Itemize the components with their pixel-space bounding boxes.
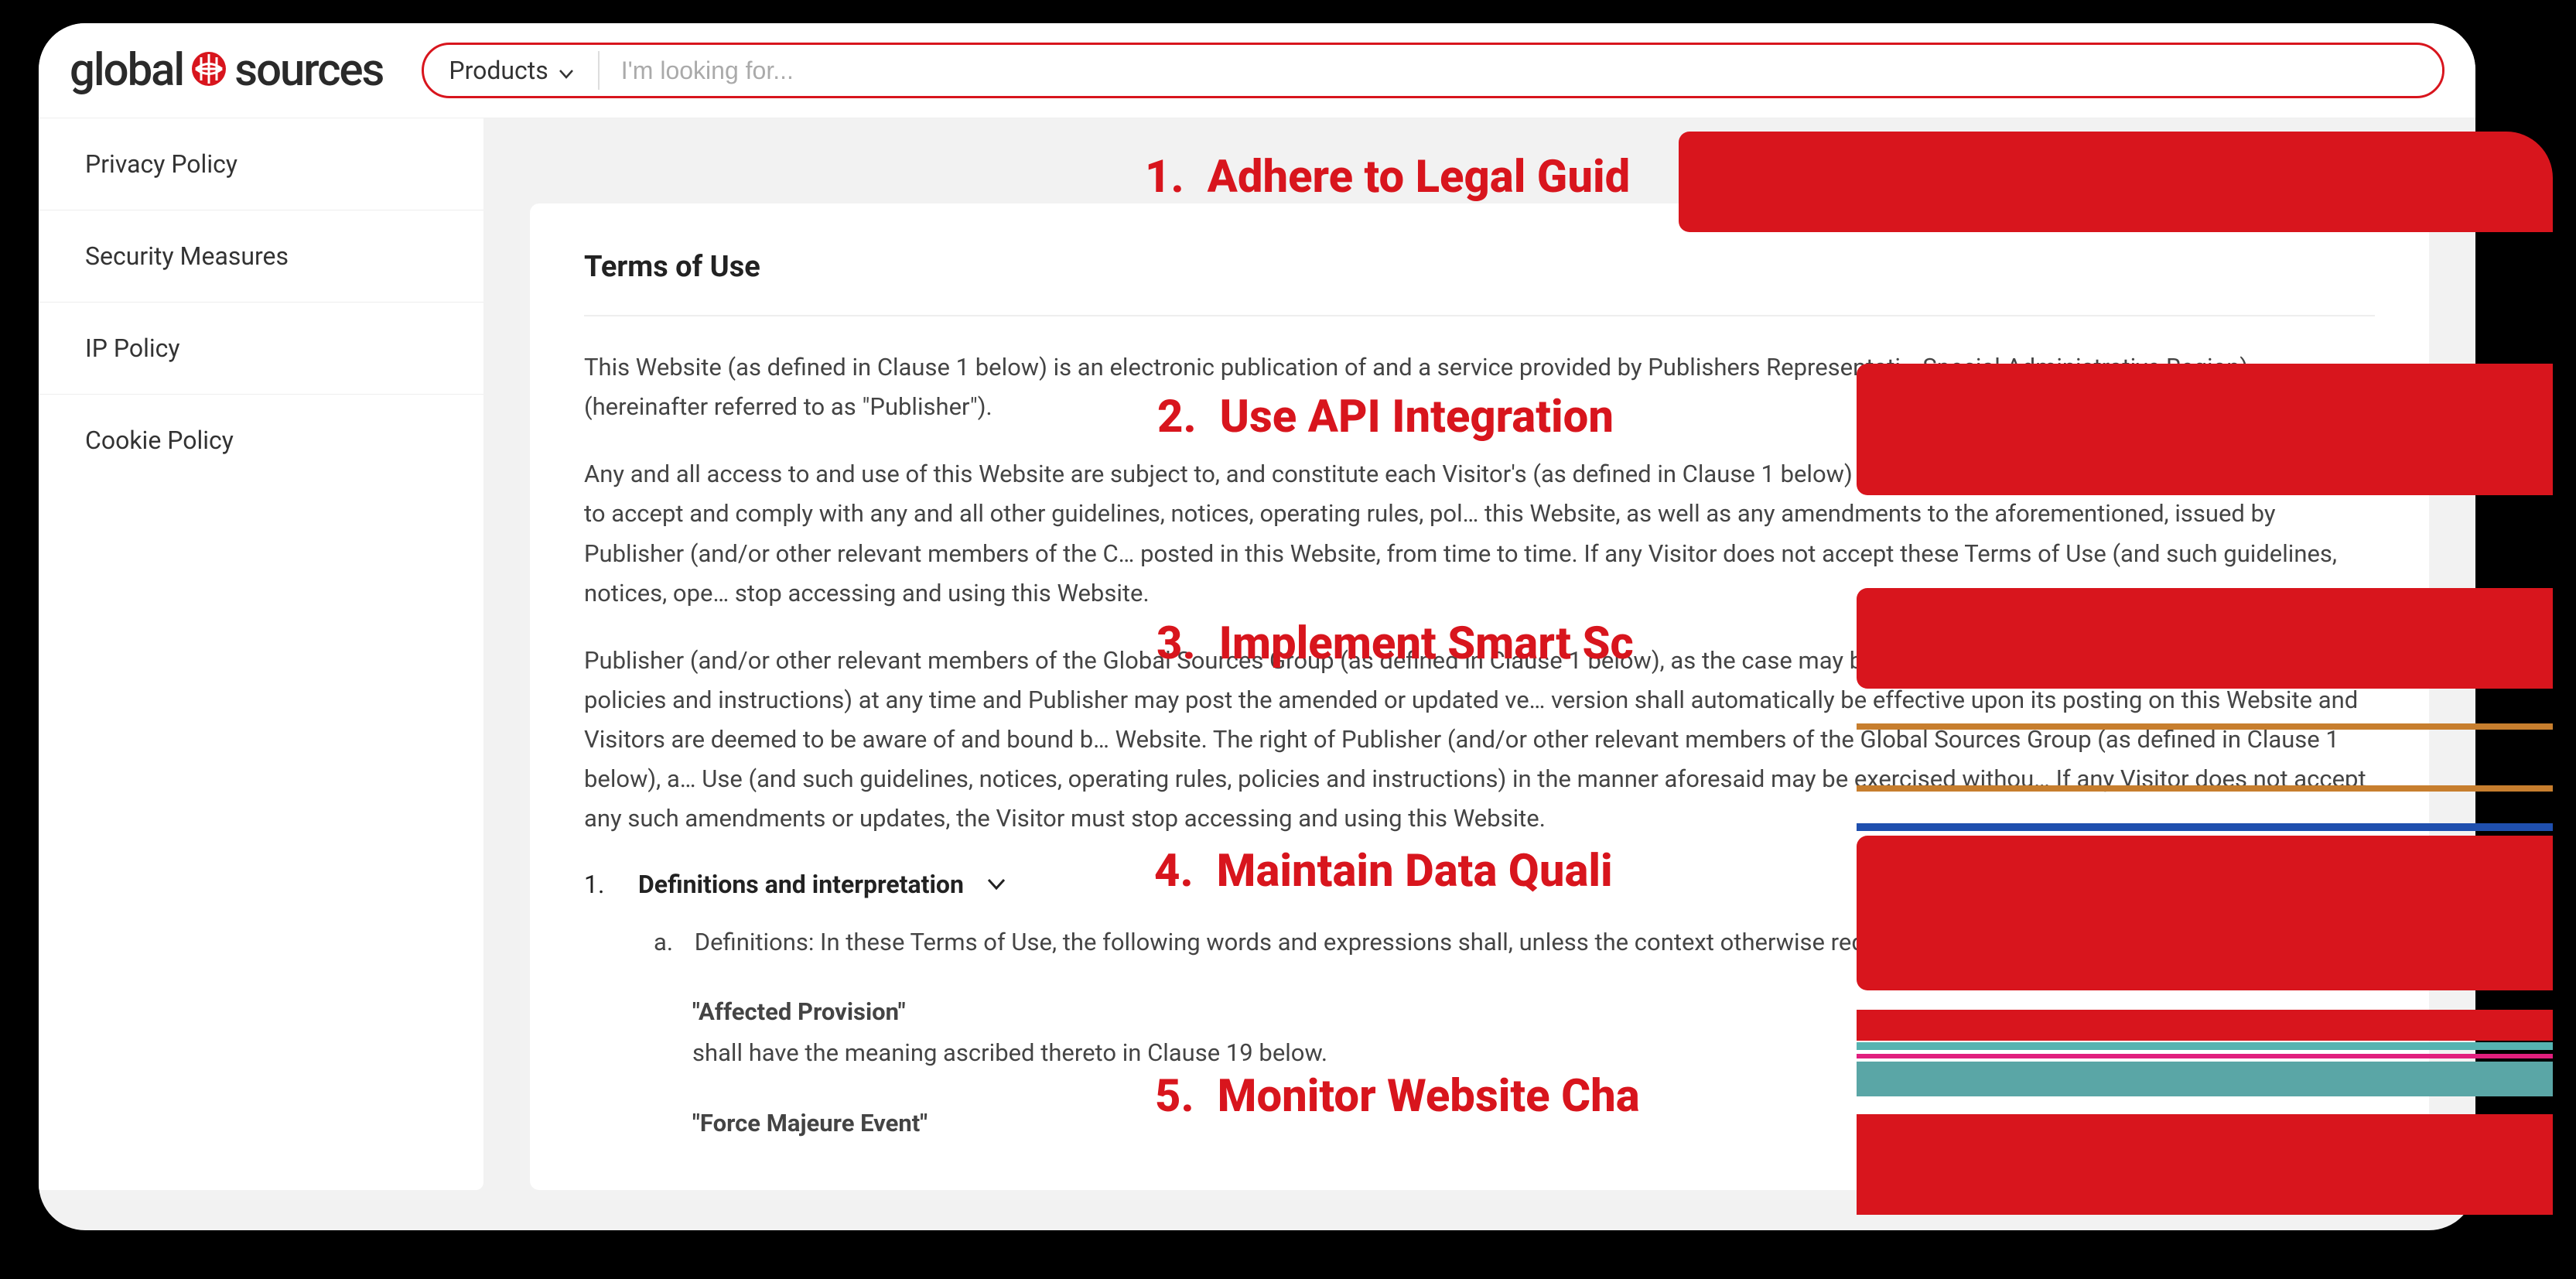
terms-card: Terms of Use This Website (as defined in… <box>530 203 2429 1190</box>
sidebar-item-privacy[interactable]: Privacy Policy <box>39 118 483 210</box>
subsection-text: Definitions: In these Terms of Use, the … <box>695 928 1922 956</box>
header: global sources Products <box>39 23 2475 118</box>
search-input[interactable] <box>600 56 2442 85</box>
subsection-label: a. <box>654 928 673 956</box>
section-1-header[interactable]: 1. Definitions and interpretation <box>584 870 2375 899</box>
sidebar-item-cookie[interactable]: Cookie Policy <box>39 395 483 486</box>
app-window: global sources Products <box>39 23 2475 1230</box>
chevron-down-icon <box>559 56 573 85</box>
definition-force-majeure: "Force Majeure Event" <box>584 1103 2375 1144</box>
card-title: Terms of Use <box>584 250 2375 316</box>
logo[interactable]: global sources <box>70 44 383 97</box>
subsection-a: a. Definitions: In these Terms of Use, t… <box>584 922 2375 963</box>
section-number: 1. <box>584 870 615 899</box>
sidebar-item-ip[interactable]: IP Policy <box>39 303 483 395</box>
section-title: Definitions and interpretation <box>638 870 964 899</box>
sidebar: Privacy Policy Security Measures IP Poli… <box>39 118 483 1190</box>
paragraph-1: This Website (as defined in Clause 1 bel… <box>584 347 2375 426</box>
search-bar: Products <box>422 43 2444 98</box>
chevron-down-icon <box>987 873 1006 896</box>
logo-global-text: global <box>70 44 183 97</box>
main-content: Terms of Use This Website (as defined in… <box>483 118 2475 1190</box>
term-label: "Force Majeure Event" <box>692 1103 2375 1144</box>
search-category-label: Products <box>449 56 548 85</box>
definition-affected-provision: "Affected Provision" shall have the mean… <box>584 992 2375 1073</box>
term-desc: shall have the meaning ascribed thereto … <box>692 1033 2375 1074</box>
logo-globe-icon <box>190 50 228 91</box>
paragraph-2: Any and all access to and use of this We… <box>584 454 2375 613</box>
term-label: "Affected Provision" <box>692 992 2375 1033</box>
paragraph-3: Publisher (and/or other relevant members… <box>584 641 2375 839</box>
logo-sources-text: sources <box>234 44 383 97</box>
sidebar-item-security[interactable]: Security Measures <box>39 210 483 303</box>
search-category-dropdown[interactable]: Products <box>424 51 599 90</box>
body: Privacy Policy Security Measures IP Poli… <box>39 118 2475 1190</box>
